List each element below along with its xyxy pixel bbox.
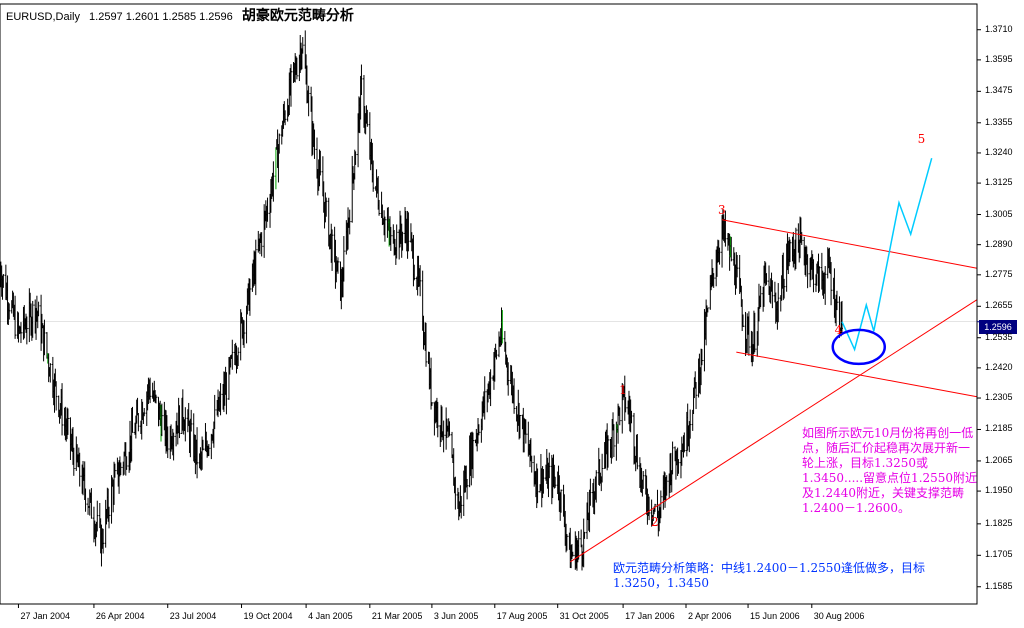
x-tick-label: 21 Mar 2005	[371, 611, 423, 621]
forecast-note: 如图所示欧元10月份将再创一低点，随后汇价起稳再次展开新一轮上涨，目标1.325…	[802, 426, 978, 515]
wave-label: 3	[718, 202, 726, 217]
y-tick-label: 1.2185	[985, 423, 1013, 434]
y-tick-label: 1.3240	[985, 146, 1013, 157]
y-tick-label: 1.3355	[985, 116, 1013, 127]
ohlc-bar	[351, 155, 354, 223]
y-tick-label: 1.2655	[985, 300, 1013, 311]
y-tick-label: 1.2535	[985, 331, 1013, 342]
y-tick-label: 1.3125	[985, 177, 1013, 188]
x-tick-label: 26 Apr 2004	[95, 611, 145, 621]
y-tick-label: 1.3710	[985, 23, 1013, 34]
x-tick-label: 30 Aug 2006	[813, 611, 865, 621]
ohlc-bar	[19, 322, 22, 344]
ohlc-bar	[451, 431, 454, 459]
x-tick-label: 27 Jan 2004	[20, 611, 70, 621]
x-tick-label: 17 Jan 2006	[625, 611, 675, 621]
y-tick-label: 1.2775	[985, 268, 1013, 279]
ohlc-bar	[301, 37, 304, 54]
x-tick-label: 4 Jan 2005	[308, 611, 353, 621]
ohlc-bars	[0, 30, 843, 571]
chart-title: 胡豪欧元范畴分析	[241, 8, 354, 24]
y-tick-label: 1.3005	[985, 208, 1013, 219]
wave-label: 2	[650, 514, 659, 529]
ohlc-bar	[530, 455, 533, 473]
y-tick-label: 1.2890	[985, 238, 1013, 249]
ohlc-bar	[137, 412, 140, 432]
y-tick-label: 1.1950	[985, 485, 1013, 496]
y-tick-label: 1.3475	[985, 85, 1013, 96]
x-tick-label: 23 Jul 2004	[169, 611, 217, 621]
wave-label: 1	[619, 383, 627, 398]
ohlc-bar	[143, 407, 146, 417]
ohlc-bar	[612, 424, 615, 458]
ohlc-readout: 1.2597 1.2601 1.2585 1.2596	[89, 11, 233, 23]
y-tick-label: 1.2420	[985, 361, 1013, 372]
x-tick-label: 31 Oct 2005	[559, 611, 609, 621]
channel-line-lower	[736, 351, 978, 398]
ohlc-bar	[671, 441, 674, 475]
ohlc-bar	[307, 85, 310, 117]
ohlc-bar	[274, 147, 277, 190]
x-tick-label: 15 Jun 2006	[750, 611, 800, 621]
y-tick-label: 1.2305	[985, 392, 1013, 403]
y-tick-label: 1.1825	[985, 517, 1013, 528]
y-tick-label: 1.1585	[985, 580, 1013, 591]
y-tick-label: 1.2065	[985, 454, 1013, 465]
x-tick-label: 3 Jun 2005	[433, 611, 479, 621]
x-tick-label: 17 Aug 2005	[496, 611, 548, 621]
wave-label: 5	[917, 131, 926, 146]
y-tick-label: 1.3595	[985, 53, 1013, 64]
chart-header: EURUSD,Daily 1.2597 1.2601 1.2585 1.2596…	[6, 5, 354, 25]
x-tick-label: 2 Apr 2006	[687, 611, 732, 621]
ohlc-bar	[580, 529, 583, 548]
channel-line-upper	[721, 219, 978, 269]
projection-path	[841, 158, 933, 352]
price-chart	[0, 3, 981, 608]
x-tick-label: 19 Oct 2004	[243, 611, 293, 621]
y-tick-label: 1.1705	[985, 549, 1013, 560]
wave-label: 4	[834, 323, 843, 338]
symbol-label: EURUSD,Daily	[6, 11, 80, 23]
strategy-note: 欧元范畴分析策略：中线1.2400－1.2550逢低做多，目标1.3250，1.…	[613, 561, 925, 590]
